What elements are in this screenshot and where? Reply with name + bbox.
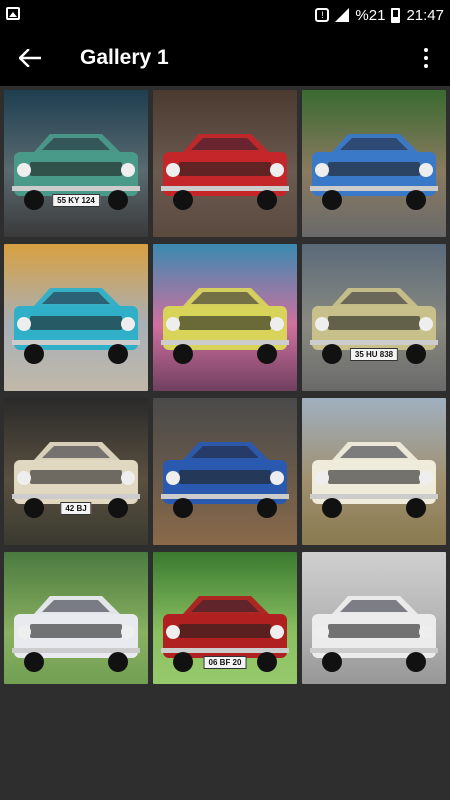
car-photo-image: [4, 552, 148, 684]
car-photo-image: [153, 90, 297, 237]
gallery-photo[interactable]: 42 BJ: [4, 398, 148, 545]
car-photo-image: [4, 244, 148, 391]
gallery-notification-icon: [6, 7, 20, 20]
gallery-photo[interactable]: [302, 552, 446, 684]
car-photo-image: [153, 398, 297, 545]
gallery-photo[interactable]: [153, 90, 297, 237]
car-photo-image: [4, 90, 148, 237]
gallery-photo[interactable]: [153, 244, 297, 391]
gallery-photo[interactable]: 55 KY 124: [4, 90, 148, 237]
car-photo-image: [302, 90, 446, 237]
car-photo-image: [153, 244, 297, 391]
signal-icon: [335, 8, 350, 22]
license-plate: 55 KY 124: [52, 194, 100, 207]
car-photo-image: [302, 398, 446, 545]
gallery-photo[interactable]: [302, 90, 446, 237]
license-plate: 06 BF 20: [203, 656, 247, 669]
car-photo-image: [302, 552, 446, 684]
clock: 21:47: [406, 6, 444, 24]
alarm-icon: !: [315, 8, 330, 22]
battery-icon: [391, 7, 401, 23]
license-plate: 42 BJ: [60, 502, 92, 515]
gallery-photo[interactable]: 06 BF 20: [153, 552, 297, 684]
app-bar: Gallery 1: [0, 30, 450, 86]
page-title: Gallery 1: [80, 46, 169, 69]
car-photo-image: [4, 398, 148, 545]
arrow-left-icon: [19, 49, 41, 67]
battery-percent: %21: [355, 6, 386, 24]
gallery-photo[interactable]: [4, 552, 148, 684]
more-options-button[interactable]: [416, 44, 436, 72]
license-plate: 35 HU 838: [349, 348, 399, 361]
status-bar: ! %21 21:47: [0, 0, 450, 30]
back-button[interactable]: [16, 44, 44, 72]
gallery-photo[interactable]: [4, 244, 148, 391]
gallery-photo[interactable]: [302, 398, 446, 545]
car-photo-image: [302, 244, 446, 391]
more-vert-icon: [424, 48, 428, 52]
photo-grid: 55 KY 124 35 HU 838 42 BJ 06 BF 20: [4, 90, 446, 684]
status-right: ! %21 21:47: [315, 0, 444, 30]
gallery-photo[interactable]: 35 HU 838: [302, 244, 446, 391]
gallery-photo[interactable]: [153, 398, 297, 545]
